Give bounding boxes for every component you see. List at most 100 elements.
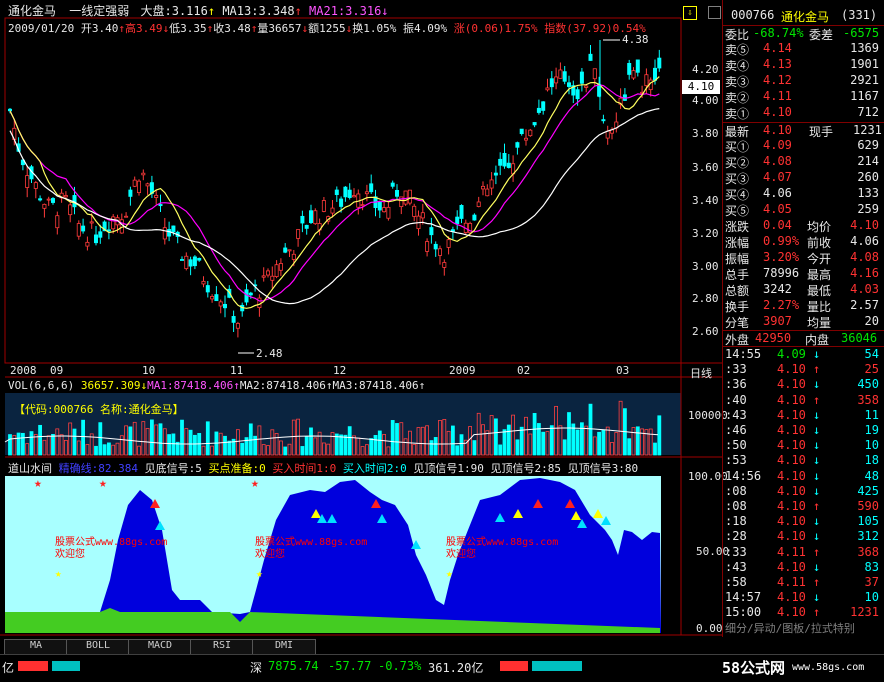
watermark-3: 股票公式www.88gs.com 欢迎您 bbox=[446, 537, 558, 561]
tick-direction-icon: ↓ bbox=[813, 407, 821, 422]
volume-bar bbox=[433, 437, 438, 456]
star-icon: ★ bbox=[446, 567, 453, 580]
volume-bar bbox=[567, 412, 571, 456]
volume-bar bbox=[455, 445, 460, 456]
volume-bar bbox=[205, 421, 210, 456]
tick-direction-icon: ↑ bbox=[813, 575, 821, 589]
weicha-value: -6575 bbox=[843, 26, 880, 40]
tab-boll[interactable]: BOLL bbox=[66, 639, 130, 655]
site-url: www.58gs.com bbox=[792, 662, 865, 673]
candle-body bbox=[407, 189, 412, 204]
star-icon: ★ bbox=[99, 476, 107, 491]
tick-direction-icon: ↑ bbox=[813, 362, 821, 377]
volume-bar bbox=[390, 420, 395, 456]
tick-row: :08 4.10 ↓ 425 bbox=[723, 484, 884, 499]
stat-label: 涨跌 bbox=[725, 220, 750, 234]
stat-value: 3907 bbox=[763, 314, 792, 328]
candle-body bbox=[197, 257, 202, 261]
tick-direction-icon: ↓ bbox=[813, 559, 821, 574]
volume-bar bbox=[601, 429, 606, 456]
ma-line-yellow bbox=[9, 76, 660, 309]
watermark-2-line1: 股票公式www.88gs.com bbox=[255, 537, 368, 548]
candle-body bbox=[171, 225, 176, 233]
candle-body bbox=[7, 108, 12, 112]
tick-direction-icon: ↓ bbox=[813, 438, 821, 453]
tick-row: :46 4.10 ↓ 19 bbox=[723, 423, 884, 438]
candle-body bbox=[55, 215, 60, 229]
candle-body bbox=[584, 85, 589, 88]
bid-volume: 259 bbox=[857, 202, 879, 216]
volume-bar bbox=[395, 423, 399, 456]
candle-body bbox=[188, 259, 193, 267]
candle-body bbox=[554, 76, 559, 84]
status-left: 亿 bbox=[2, 661, 15, 675]
volume-bar bbox=[653, 442, 657, 456]
stat-label-2: 最高 bbox=[807, 268, 832, 282]
tick-time: :50 bbox=[725, 438, 747, 453]
date-axis-label: 09 bbox=[50, 364, 64, 377]
candle-body bbox=[218, 301, 223, 307]
volume-bar bbox=[149, 419, 154, 456]
candle-body bbox=[119, 219, 124, 234]
volume-bar bbox=[580, 422, 584, 456]
tick-volume: 19 bbox=[864, 423, 879, 437]
volume-bar bbox=[472, 440, 477, 456]
price-axis-label: 4.00 bbox=[692, 94, 719, 107]
tab-dmi[interactable]: DMI bbox=[252, 639, 316, 655]
tick-time: :43 bbox=[725, 407, 747, 422]
main-chart-area[interactable]: ★ ★ ★ ★ ★ ★ 通化金马 一线定强弱 大盘:3.116↑ MA13:3.348↑ … bbox=[0, 0, 729, 681]
stat-label: 分笔 bbox=[725, 316, 750, 330]
tick-price: 4.11 bbox=[777, 575, 806, 589]
tab-macd[interactable]: MACD bbox=[128, 639, 192, 655]
tick-price: 4.10 bbox=[777, 514, 806, 529]
tab-ma[interactable]: MA bbox=[4, 639, 68, 655]
tick-price: 4.11 bbox=[777, 544, 806, 559]
volume-bar bbox=[81, 419, 85, 456]
ask-row: 卖④ 4.13 1901 bbox=[723, 57, 884, 73]
stat-value-2: 4.16 bbox=[850, 266, 879, 280]
ask-volume: 1369 bbox=[850, 41, 879, 55]
tick-row: :33 4.10 ↑ 25 bbox=[723, 362, 884, 377]
candle-body bbox=[128, 189, 133, 197]
stat-row: 分笔 3907 均量 20 bbox=[723, 314, 884, 330]
ask-label: 卖① bbox=[725, 107, 750, 121]
tick-row: :18 4.10 ↓ 105 bbox=[723, 514, 884, 529]
right-footer[interactable]: 细分/异动/图板/拉式特别 bbox=[725, 620, 855, 636]
candle-body bbox=[33, 182, 38, 189]
candle-body bbox=[390, 182, 395, 187]
volume-bar bbox=[72, 428, 77, 456]
period-label[interactable]: 日线 bbox=[690, 365, 712, 381]
candle-body bbox=[89, 221, 94, 224]
volume-bar bbox=[223, 435, 227, 456]
chart-canvas[interactable]: ★ ★ ★ ★ ★ ★ bbox=[0, 0, 722, 681]
stat-row: 涨幅 0.99% 前收 4.06 bbox=[723, 234, 884, 250]
vol-ma2: MA2:87418.406 bbox=[239, 379, 326, 392]
ask-row: 卖⑤ 4.14 1369 bbox=[723, 41, 884, 57]
candle-body bbox=[446, 239, 451, 248]
volume-bar bbox=[549, 425, 554, 456]
panel-toggle-icon[interactable] bbox=[708, 6, 721, 19]
volume-bar bbox=[8, 434, 12, 456]
candle-body bbox=[429, 227, 434, 236]
tick-row: :43 4.10 ↓ 83 bbox=[723, 560, 884, 575]
tick-volume: 11 bbox=[864, 407, 879, 422]
tick-list[interactable]: 14:55 4.09 ↓ 54:33 4.10 ↑ 25:36 4.10 ↓ 450:40 4.10… bbox=[723, 346, 884, 619]
indicator-header: 道山水间 精确线:82.384 见底信号:5 买点准备:0 买入时间1:0 买入… bbox=[8, 460, 638, 476]
candle-body bbox=[644, 74, 649, 87]
bid-label: 买④ bbox=[725, 188, 750, 202]
candle-body bbox=[222, 303, 227, 309]
scroll-icon[interactable]: ⇩ bbox=[683, 6, 697, 20]
candle-body bbox=[657, 57, 662, 69]
volume-bar bbox=[377, 430, 382, 456]
bid-price: 4.08 bbox=[763, 154, 792, 168]
bid-volume: 629 bbox=[857, 138, 879, 152]
volume-bar bbox=[369, 438, 374, 456]
candle-body bbox=[420, 212, 425, 219]
candle-body bbox=[592, 68, 597, 80]
moving-average-lines bbox=[9, 76, 660, 309]
candle-body bbox=[377, 201, 382, 211]
tick-row: :33 4.11 ↑ 368 bbox=[723, 545, 884, 560]
ask-label: 卖③ bbox=[725, 75, 750, 89]
volume-bar bbox=[597, 431, 601, 456]
tab-rsi[interactable]: RSI bbox=[190, 639, 254, 655]
